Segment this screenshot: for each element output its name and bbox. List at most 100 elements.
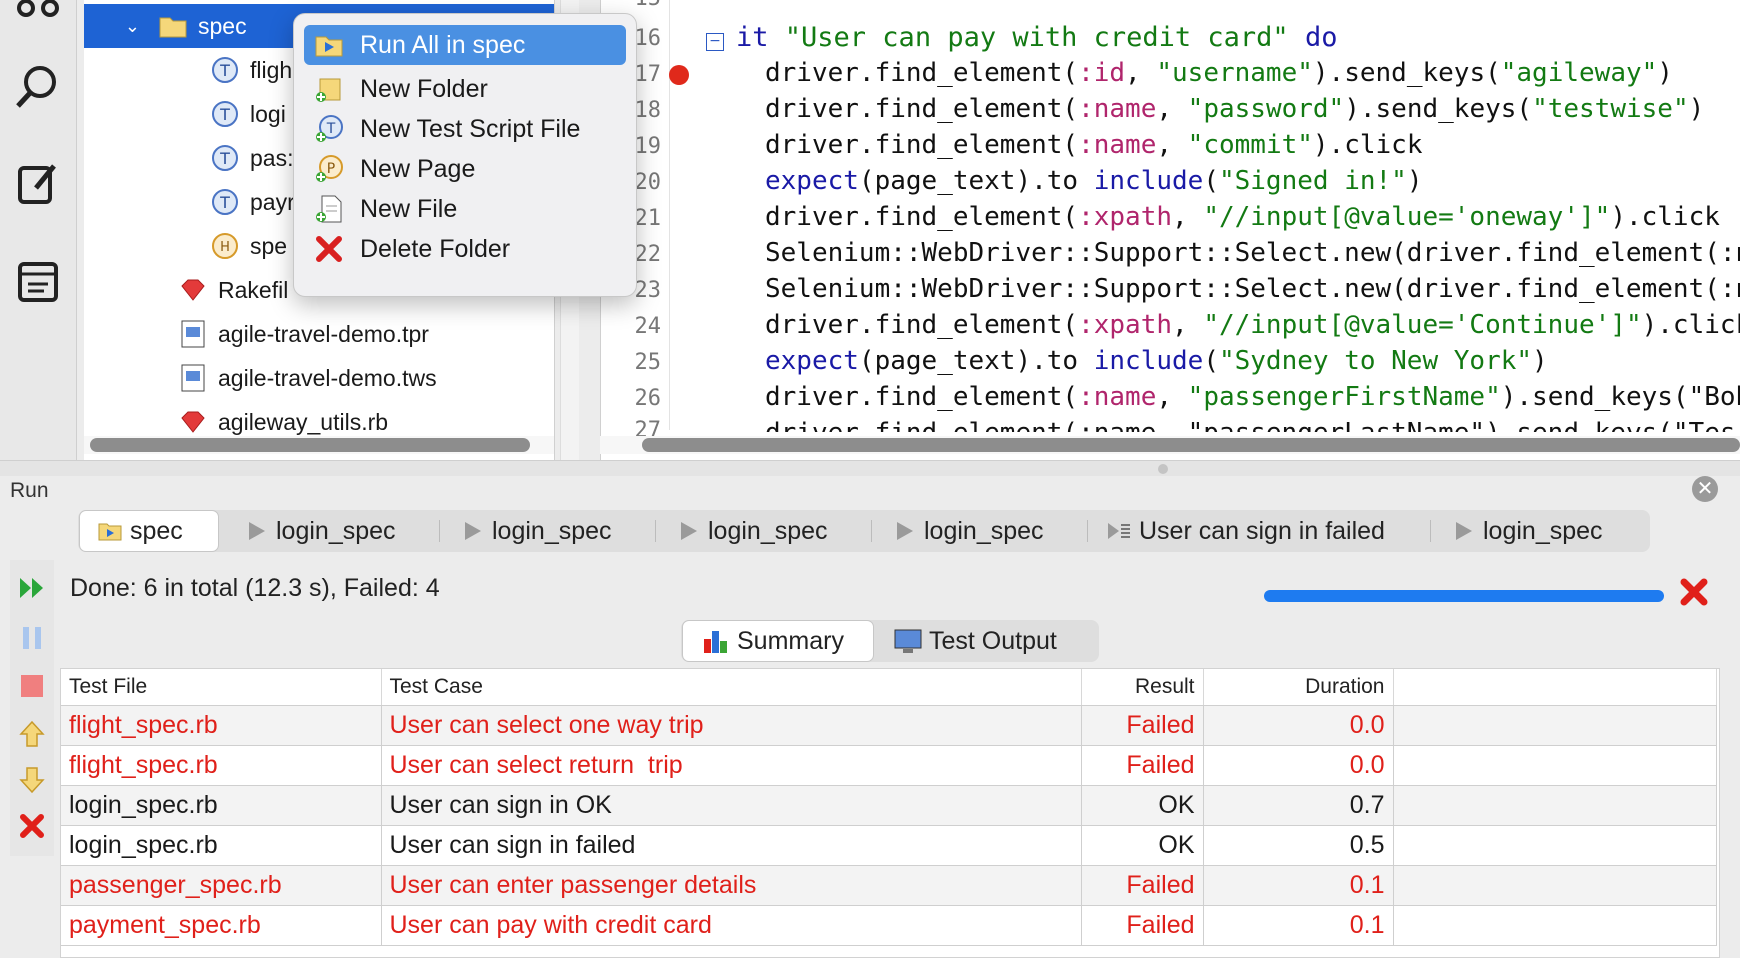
git-icon[interactable] — [14, 0, 62, 26]
run-panel-title: Run — [10, 479, 49, 502]
breakpoint-marker[interactable] — [669, 65, 689, 85]
documents-icon[interactable] — [14, 258, 62, 306]
tab-summary[interactable]: Summary — [682, 620, 874, 662]
editor-horizontal-scrollbar[interactable] — [600, 436, 1740, 454]
new-page-icon: P — [316, 155, 343, 182]
result-view-tabs: Summary Test Output — [681, 620, 1099, 662]
new-folder-icon — [316, 78, 341, 102]
cell-duration: 0.1 — [1203, 905, 1394, 946]
ruby-gem-icon — [181, 411, 205, 433]
cell-test-file: flight_spec.rb — [61, 745, 382, 786]
stop-icon[interactable] — [18, 672, 46, 700]
table-row[interactable]: login_spec.rb User can sign in OK OK 0.7 — [61, 785, 1717, 826]
table-row[interactable]: payment_spec.rb User can pay with credit… — [61, 905, 1717, 946]
scrollbar-thumb[interactable] — [90, 438, 530, 452]
table-row[interactable]: flight_spec.rb User can select one way t… — [61, 705, 1717, 746]
results-table-container: Test File Test Case Result Duration flig… — [60, 668, 1720, 958]
edit-script-icon[interactable] — [14, 160, 62, 208]
run-tab[interactable]: User can sign in failed — [1107, 510, 1385, 552]
project-file-icon — [181, 364, 205, 392]
menu-item-new-page[interactable]: P New Page — [304, 149, 626, 189]
tree-item-label: agile-travel-demo.tws — [218, 364, 437, 391]
line-number: 21 — [634, 206, 662, 231]
menu-item-run-all[interactable]: Run All in spec — [304, 25, 626, 65]
cell-result: Failed — [1081, 865, 1204, 906]
line-number: 23 — [634, 278, 662, 303]
tab-test-output[interactable]: Test Output — [893, 620, 1057, 662]
svg-text:T: T — [219, 193, 230, 212]
run-tab[interactable]: login_spec — [892, 510, 1044, 552]
run-toolbar — [10, 560, 54, 856]
run-tabs: spec login_spec login_spec login_spec lo… — [78, 510, 1650, 552]
scrollbar-thumb[interactable] — [642, 438, 1740, 452]
ruby-gem-icon — [181, 279, 205, 301]
line-number: 20 — [634, 170, 662, 195]
table-row[interactable]: passenger_spec.rb User can enter passeng… — [61, 865, 1717, 906]
new-file-icon — [316, 195, 342, 223]
column-header[interactable]: Duration — [1203, 669, 1394, 706]
close-icon[interactable]: ✕ — [1692, 476, 1718, 502]
tree-item-label: spec — [198, 12, 247, 39]
line-number: 17 — [634, 62, 662, 87]
cell-duration: 0.1 — [1203, 865, 1394, 906]
chevron-down-icon[interactable]: ⌄ — [84, 16, 140, 37]
bar-chart-icon — [704, 631, 727, 653]
code-line-24: driver.find_element(:xpath, "//input[@va… — [765, 310, 1740, 340]
arrow-down-icon[interactable] — [18, 766, 46, 794]
svg-text:H: H — [220, 240, 230, 255]
tree-item-label: Rakefil — [218, 276, 289, 303]
tree-item-label: agile-travel-demo.tpr — [218, 320, 429, 347]
helper-file-icon: H — [212, 233, 238, 259]
tree-horizontal-scrollbar[interactable] — [84, 436, 554, 454]
fold-toggle-icon[interactable]: − — [706, 33, 724, 51]
svg-text:T: T — [219, 61, 230, 80]
cell-test-file: login_spec.rb — [61, 825, 382, 866]
run-tab-spec[interactable]: spec — [79, 510, 219, 552]
context-menu: Run All in spec New Folder T New Test Sc… — [293, 13, 637, 297]
run-tab[interactable]: login_spec — [1451, 510, 1603, 552]
stop-run-icon[interactable] — [1678, 576, 1710, 608]
menu-item-new-test-script[interactable]: T New Test Script File — [304, 109, 626, 149]
cell-result: OK — [1081, 825, 1204, 866]
test-file-icon: T — [212, 145, 238, 171]
cell-test-case: User can select one way trip — [381, 705, 1082, 746]
menu-item-new-folder[interactable]: New Folder — [304, 69, 626, 109]
run-tab[interactable]: login_spec — [460, 510, 612, 552]
cell-test-case: User can sign in failed — [381, 825, 1082, 866]
column-header[interactable]: Result — [1081, 669, 1204, 706]
pause-icon[interactable] — [18, 624, 46, 652]
cell-test-file: passenger_spec.rb — [61, 865, 382, 906]
run-tab[interactable]: login_spec — [676, 510, 828, 552]
results-table: Test File Test Case Result Duration flig… — [61, 669, 1717, 946]
line-number: 22 — [634, 242, 662, 267]
search-icon[interactable] — [14, 62, 62, 110]
play-icon — [465, 522, 481, 540]
test-file-icon: T — [212, 101, 238, 127]
run-all-icon[interactable] — [18, 574, 46, 602]
test-file-icon: T — [212, 189, 238, 215]
cell-test-file: payment_spec.rb — [61, 905, 382, 946]
arrow-up-icon[interactable] — [18, 720, 46, 748]
code-line-26: driver.find_element(:name, "passengerFir… — [765, 382, 1740, 412]
code-line-20: expect(page_text).to include("Signed in!… — [765, 166, 1423, 196]
project-file-icon — [181, 320, 205, 348]
column-header[interactable]: Test File — [61, 669, 382, 706]
table-row[interactable]: login_spec.rb User can sign in failed OK… — [61, 825, 1717, 866]
panel-splitter[interactable] — [0, 460, 1740, 477]
folder-icon — [159, 17, 187, 38]
code-line-23: Selenium::WebDriver::Support::Select.new… — [765, 274, 1740, 304]
table-row[interactable]: flight_spec.rb User can select return tr… — [61, 745, 1717, 786]
menu-item-new-file[interactable]: New File — [304, 189, 626, 229]
play-icon — [249, 522, 265, 540]
tree-item-label: payr — [250, 188, 295, 215]
column-header[interactable]: Test Case — [381, 669, 1082, 706]
test-file-icon: T — [212, 57, 238, 83]
run-tab[interactable]: login_spec — [244, 510, 396, 552]
menu-item-delete-folder[interactable]: Delete Folder — [304, 229, 626, 269]
clear-results-icon[interactable] — [18, 812, 46, 840]
tree-item[interactable]: agile-travel-demo.tpr — [84, 312, 554, 356]
play-icon — [897, 522, 913, 540]
code-line-18: driver.find_element(:name, "password").s… — [765, 94, 1705, 124]
tree-item[interactable]: agile-travel-demo.tws — [84, 356, 554, 400]
svg-text:P: P — [327, 161, 335, 177]
